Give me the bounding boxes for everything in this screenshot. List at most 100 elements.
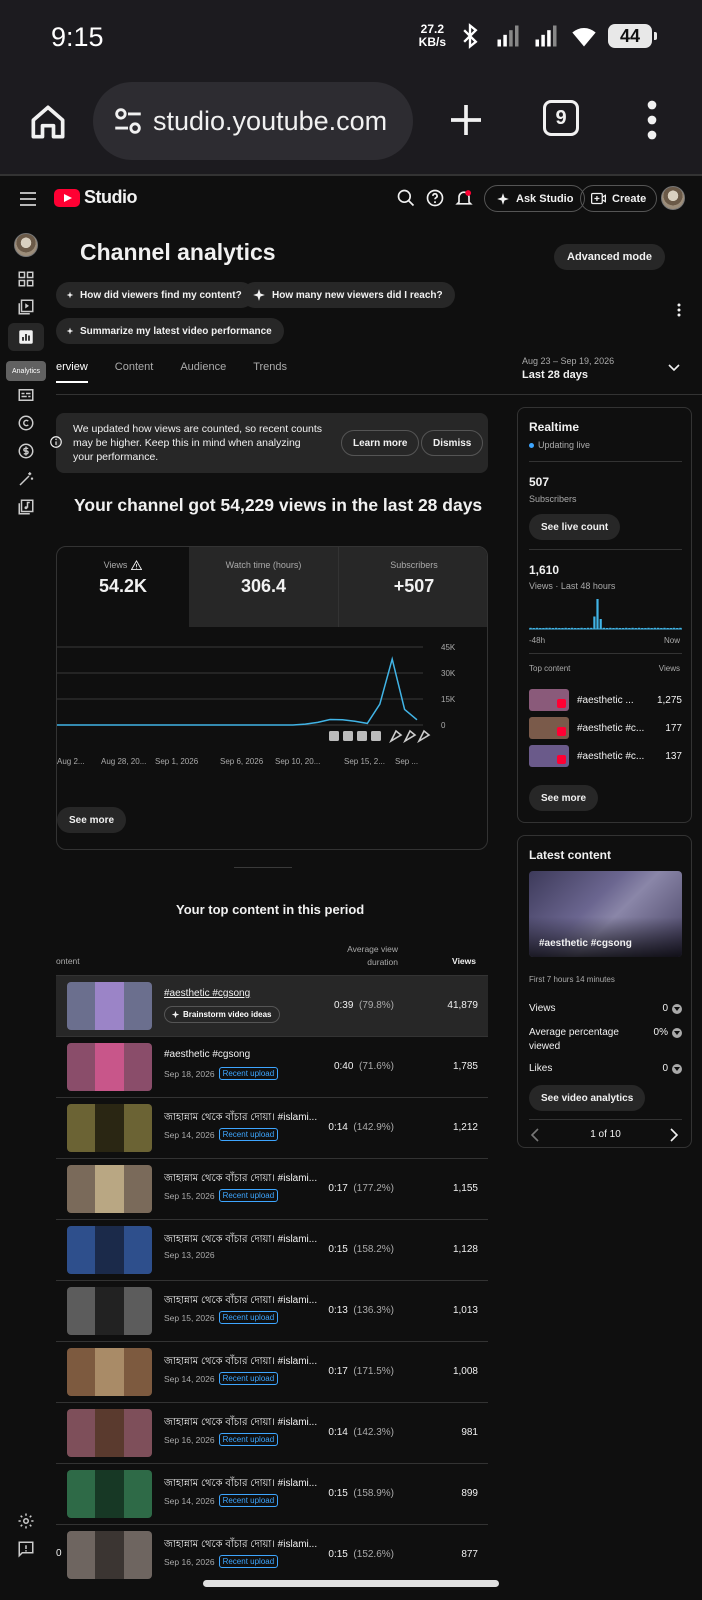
home-icon[interactable] [26, 100, 70, 144]
table-row[interactable]: জাহান্নাম থেকে বাঁচার দোয়া। #islami... S… [56, 1280, 488, 1341]
short-marker-icon[interactable] [389, 729, 403, 744]
video-thumbnail[interactable] [67, 1287, 152, 1335]
video-thumbnail[interactable] [67, 1043, 152, 1091]
video-title[interactable]: জাহান্নাম থেকে বাঁচার দোয়া। #islami... [164, 1354, 322, 1371]
sparkline-bar[interactable] [679, 627, 682, 630]
upload-marker-icon[interactable] [357, 731, 367, 741]
video-thumbnail[interactable] [67, 1409, 152, 1457]
top-content-item[interactable]: #aesthetic #c... 137 [529, 745, 682, 767]
studio-logo[interactable]: Studio [54, 187, 138, 208]
video-title[interactable]: জাহান্নাম থেকে বাঁচার দোয়া। #islami... [164, 1293, 322, 1310]
browser-menu-icon[interactable] [645, 100, 659, 140]
audio-library-icon[interactable] [17, 498, 35, 516]
sparkline-bar[interactable] [621, 628, 625, 629]
col-header-views[interactable]: Views [430, 956, 476, 966]
sparkline-bar[interactable] [672, 627, 676, 630]
sparkline-bar[interactable] [535, 627, 539, 630]
search-icon[interactable] [396, 188, 416, 208]
video-thumbnail[interactable] [67, 982, 152, 1030]
table-row[interactable]: জাহান্নাম থেকে বাঁচার দোয়া। #islami... S… [56, 1341, 488, 1402]
sparkline-bar[interactable] [577, 628, 580, 629]
dismiss-button[interactable]: Dismiss [421, 430, 484, 456]
sparkline-bar[interactable] [653, 627, 656, 630]
new-tab-icon[interactable] [446, 100, 486, 140]
video-title[interactable]: জাহান্নাম থেকে বাঁচার দোয়া। #islami... [164, 1110, 322, 1127]
url-bar[interactable]: studio.youtube.com [93, 82, 413, 160]
latest-video-thumbnail[interactable]: #aesthetic #cgsong [529, 871, 682, 957]
advanced-mode-button[interactable]: Advanced mode [554, 244, 665, 270]
tab-switcher-button[interactable]: 9 [543, 100, 579, 136]
sparkline-bar[interactable] [570, 627, 574, 630]
tab-audience[interactable]: Audience [180, 361, 226, 383]
realtime-see-more-button[interactable]: See more [529, 785, 599, 811]
tab-content[interactable]: Content [115, 361, 154, 383]
short-marker-icon[interactable] [403, 729, 417, 744]
sparkline-bar[interactable] [647, 627, 650, 630]
video-thumbnail[interactable] [67, 1531, 152, 1579]
sparkline-bar[interactable] [641, 628, 644, 629]
sparkline-bar[interactable] [574, 628, 577, 629]
sparkline-bar[interactable] [564, 627, 567, 630]
site-settings-icon[interactable] [111, 104, 145, 138]
video-thumbnail[interactable] [67, 1165, 152, 1213]
chevron-right-icon[interactable] [669, 1128, 679, 1142]
feedback-icon[interactable] [17, 1540, 35, 1558]
sparkline-bar[interactable] [542, 628, 545, 629]
prompt-chip[interactable]: How many new viewers did I reach? [242, 282, 455, 308]
stat-subscribers[interactable]: Subscribers +507 [339, 547, 487, 627]
sparkline-bar[interactable] [650, 628, 653, 629]
dashboard-icon[interactable] [17, 270, 35, 288]
table-row[interactable]: জাহান্নাম থেকে বাঁচার দোয়া। #islami... S… [56, 1097, 488, 1158]
sparkline-bar[interactable] [625, 627, 628, 630]
customization-icon[interactable] [17, 470, 35, 488]
sparkline-bar[interactable] [561, 628, 564, 629]
sparkline-bar[interactable] [602, 627, 605, 630]
sparkline-bar[interactable] [539, 628, 542, 629]
settings-icon[interactable] [17, 1512, 35, 1530]
subtitles-icon[interactable] [17, 386, 35, 404]
sparkline-bar[interactable] [676, 628, 679, 629]
sparkline-bar[interactable] [555, 627, 558, 630]
sparkline-bar[interactable] [548, 627, 551, 630]
video-title[interactable]: জাহান্নাম থেকে বাঁচার দোয়া। #islami... [164, 1171, 322, 1188]
stat-views[interactable]: Views 54.2K [57, 547, 189, 627]
short-marker-icon[interactable] [417, 729, 431, 744]
table-row[interactable]: জাহান্নাম থেকে বাঁচার দোয়া। #islami... S… [56, 1402, 488, 1463]
more-options-icon[interactable] [677, 303, 681, 317]
table-row[interactable]: জাহান্নাম থেকে বাঁচার দোয়া। #islami... S… [56, 1219, 488, 1280]
video-title[interactable]: জাহান্নাম থেকে বাঁচার দোয়া। #islami... [164, 1232, 322, 1249]
sparkline-bar[interactable] [609, 627, 612, 630]
date-range-picker[interactable]: Aug 23 – Sep 19, 2026 Last 28 days [522, 356, 614, 381]
channel-avatar[interactable] [14, 233, 38, 257]
top-content-item[interactable]: #aesthetic #c... 177 [529, 717, 682, 739]
sparkline-bar[interactable] [666, 628, 669, 629]
copyright-icon[interactable] [17, 414, 35, 432]
upload-marker-icon[interactable] [343, 731, 353, 741]
sparkline-bar[interactable] [586, 627, 590, 630]
sparkline-bar[interactable] [580, 627, 583, 630]
sparkline-bar[interactable] [567, 628, 570, 629]
video-title[interactable]: জাহান্নাম থেকে বাঁচার দোয়া। #islami... [164, 1476, 322, 1493]
see-live-count-button[interactable]: See live count [529, 514, 621, 540]
video-thumbnail[interactable] [67, 1104, 152, 1152]
sparkline-bar[interactable] [529, 627, 532, 630]
sparkline-bar[interactable] [628, 628, 631, 629]
sparkline-bar[interactable] [657, 627, 660, 630]
tab-overview[interactable]: erview [56, 361, 88, 383]
notifications-icon[interactable] [454, 188, 474, 208]
sparkline-bar[interactable] [612, 628, 615, 629]
account-avatar[interactable] [661, 186, 685, 210]
upload-marker-icon[interactable] [371, 731, 381, 741]
prompt-chip[interactable]: Summarize my latest video performance [56, 318, 284, 344]
table-row[interactable]: জাহান্নাম থেকে বাঁচার দোয়া। #islami... S… [56, 1463, 488, 1524]
tab-trends[interactable]: Trends [253, 361, 287, 383]
sparkline-bar[interactable] [558, 628, 561, 629]
create-button[interactable]: Create [580, 185, 658, 212]
stat-watch-time[interactable]: Watch time (hours) 306.4 [189, 547, 339, 627]
video-thumbnail[interactable] [67, 1226, 152, 1274]
table-row[interactable]: #aesthetic #cgsong Sep 18, 2026 Recent upl… [56, 1036, 488, 1097]
menu-icon[interactable] [20, 192, 36, 206]
chevron-down-icon[interactable] [668, 364, 680, 372]
upload-marker-icon[interactable] [329, 731, 339, 741]
views-series-line[interactable] [57, 656, 418, 726]
